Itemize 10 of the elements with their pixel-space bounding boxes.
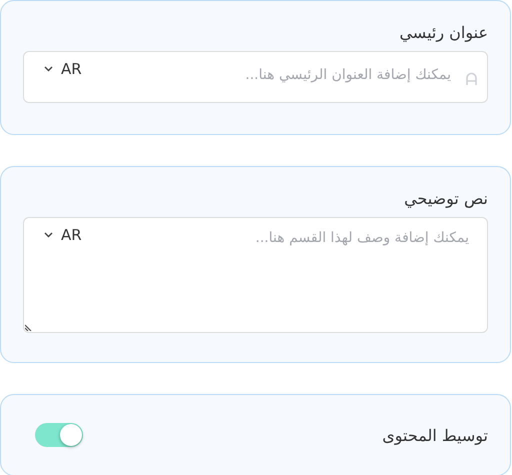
toggle-switch[interactable] (35, 423, 83, 447)
toggle-label: توسيط المحتوى (382, 426, 488, 444)
field-label: نص توضيحي (404, 189, 488, 208)
resize-handle-icon[interactable] (25, 322, 34, 331)
caret-icon (44, 232, 53, 238)
letter-icon (466, 72, 477, 85)
language-dropdown[interactable]: AR (44, 60, 82, 78)
language-dropdown[interactable]: AR (44, 226, 82, 244)
field-label: عنوان رئيسي (399, 23, 488, 42)
caret-icon (44, 66, 53, 72)
